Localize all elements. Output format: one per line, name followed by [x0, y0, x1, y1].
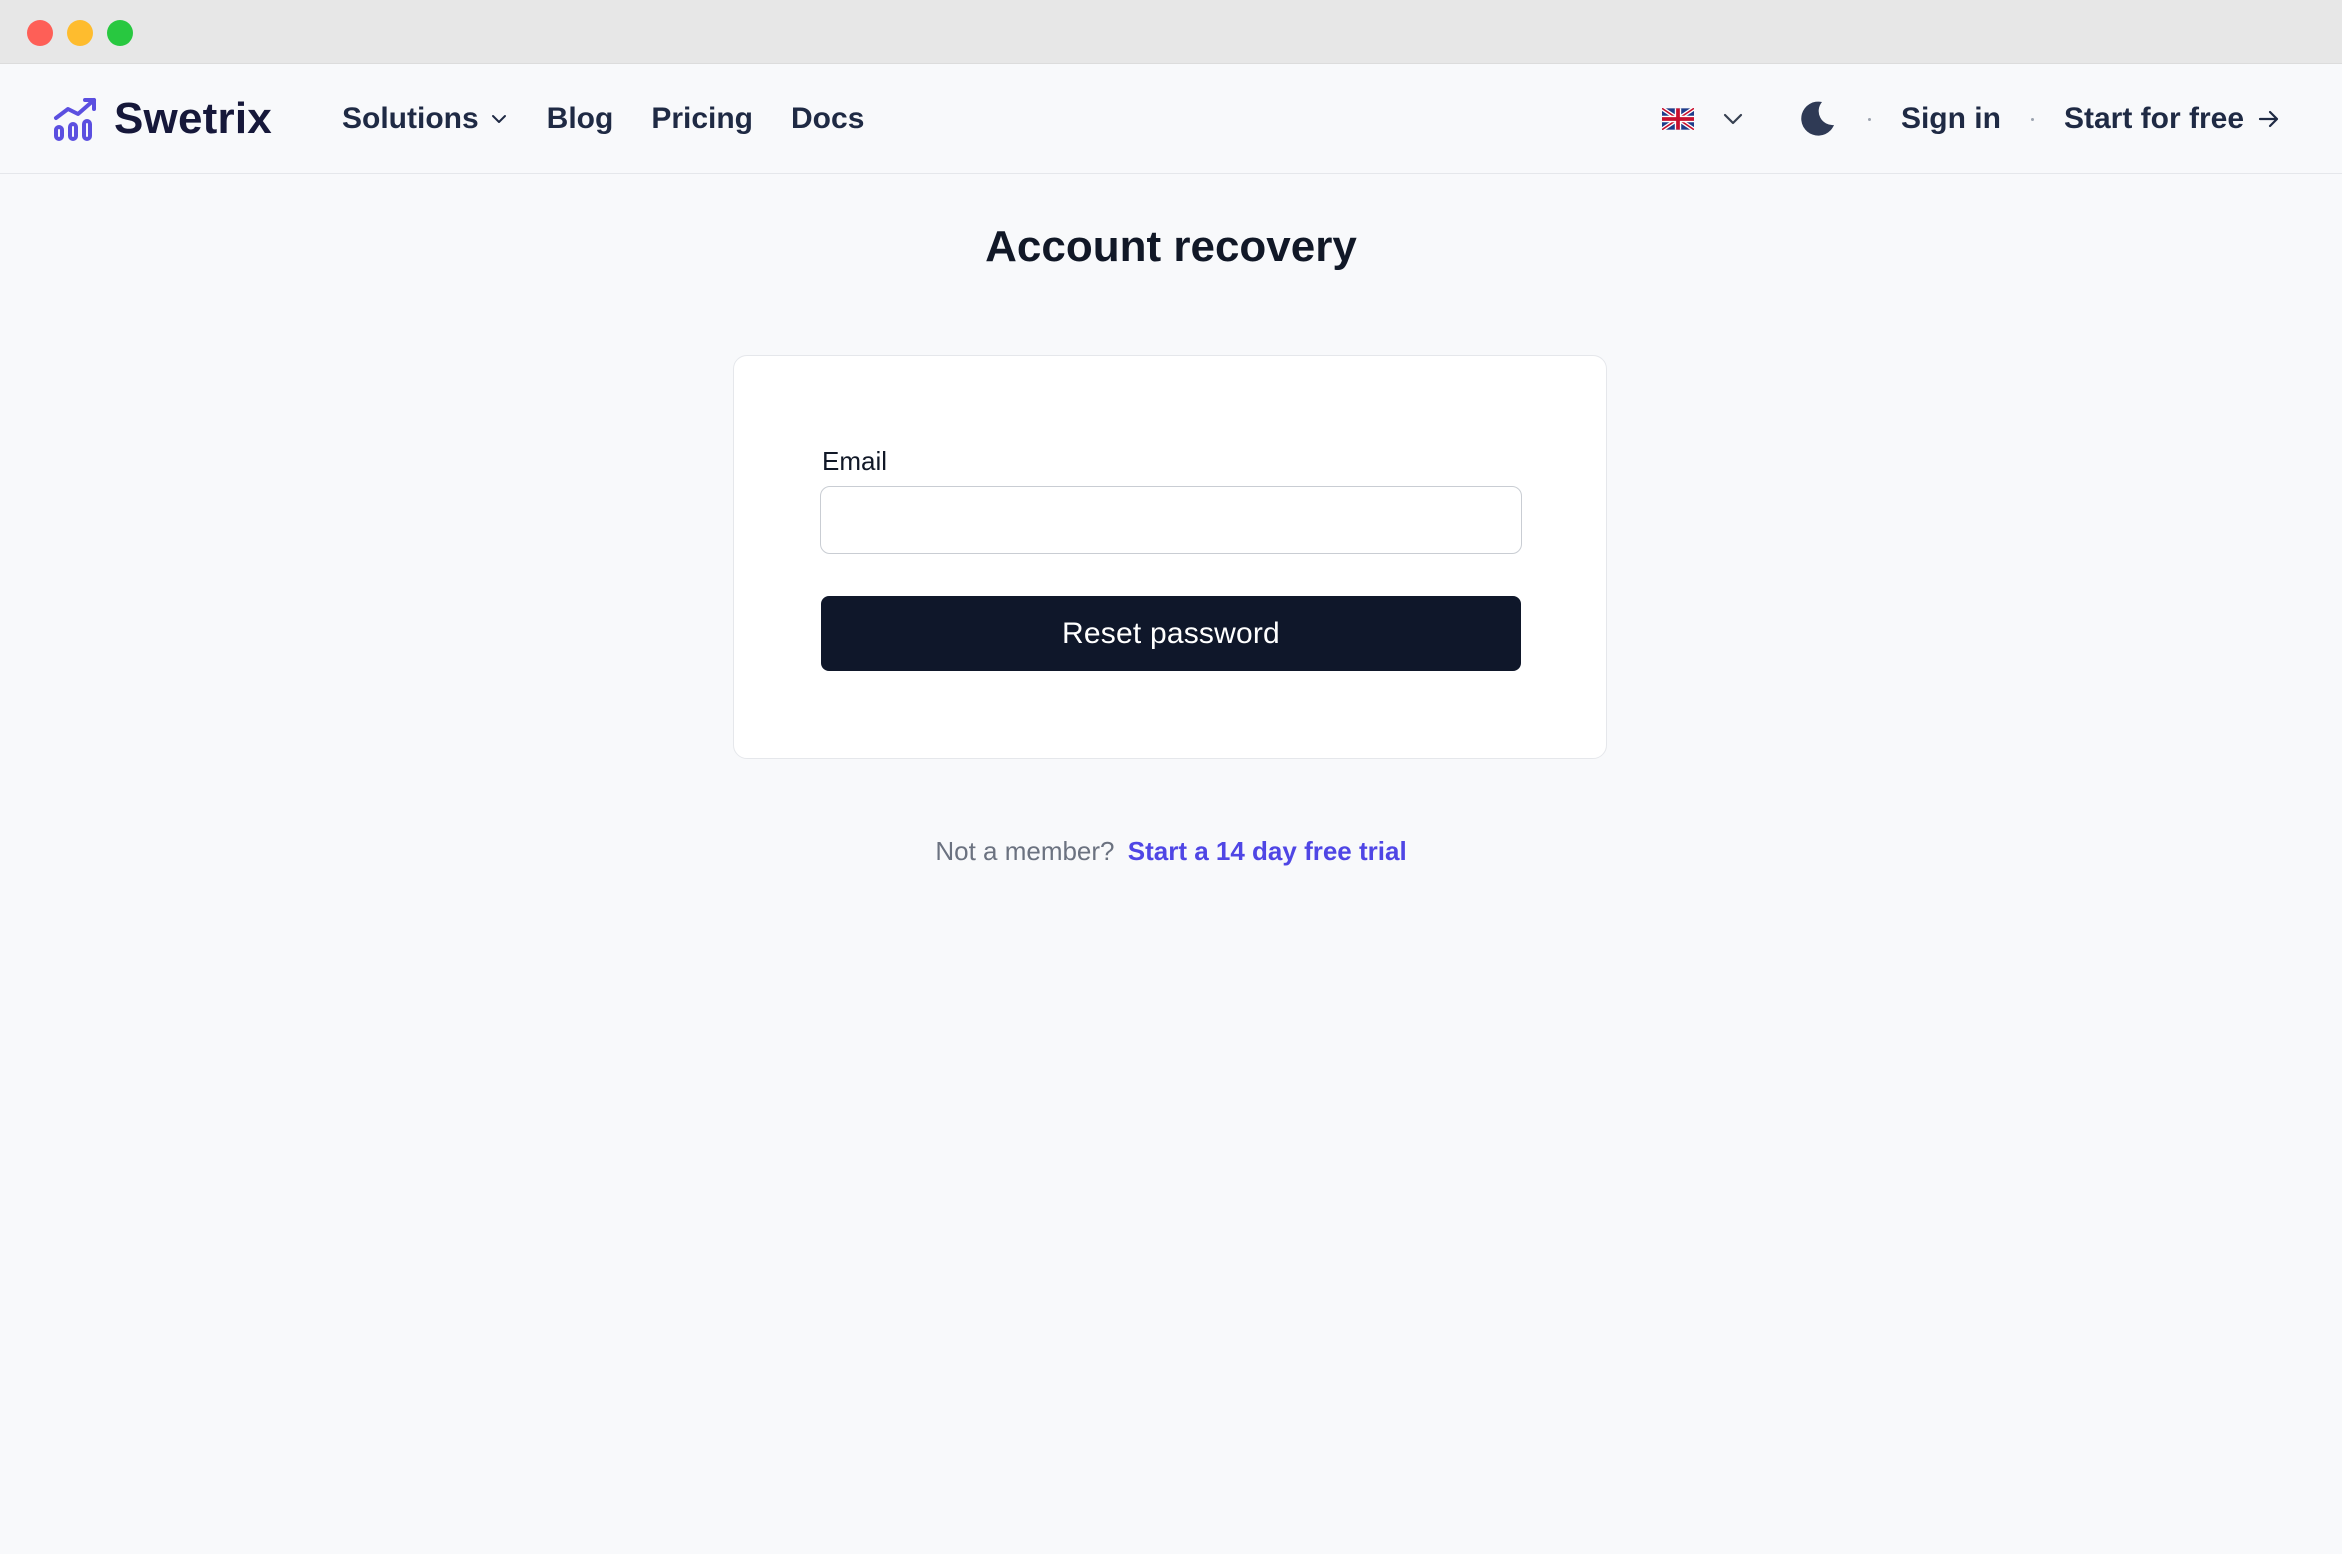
language-selector[interactable]	[1661, 106, 1746, 132]
nav-item-blog[interactable]: Blog	[547, 102, 614, 136]
maximize-window-button[interactable]	[107, 20, 133, 46]
brand-name: Swetrix	[114, 94, 272, 143]
nav-item-label: Blog	[546, 102, 614, 135]
sign-in-link[interactable]: Sign in	[1901, 102, 2001, 136]
nav-item-label: Docs	[791, 102, 865, 135]
nav-item-pricing[interactable]: Pricing	[651, 102, 753, 136]
arrow-right-icon	[2258, 110, 2279, 128]
top-navbar: Swetrix Solutions Blog Pricing Docs Sign…	[0, 64, 2342, 174]
separator-dot	[1867, 117, 1871, 121]
chevron-down-icon	[1723, 113, 1743, 125]
header-actions: Sign in Start for free	[1661, 64, 2282, 174]
free-trial-link[interactable]: Start a 14 day free trial	[1128, 836, 1407, 866]
brand-home-link[interactable]: Swetrix	[52, 86, 272, 152]
uk-flag-icon	[1661, 108, 1694, 130]
signup-prompt: Not a member? Start a 14 day free trial	[0, 836, 2342, 867]
separator-dot	[2030, 117, 2034, 121]
nav-item-docs[interactable]: Docs	[791, 102, 864, 136]
reset-password-button[interactable]: Reset password	[821, 596, 1521, 671]
nav-item-label: Solutions	[342, 102, 479, 135]
primary-nav: Solutions Blog Pricing Docs	[342, 64, 864, 174]
window-titlebar	[0, 0, 2342, 64]
start-for-free-label: Start for free	[2063, 102, 2244, 135]
minimize-window-button[interactable]	[67, 20, 93, 46]
page-title: Account recovery	[985, 222, 1357, 271]
recovery-form-card: Email Reset password	[733, 355, 1607, 759]
close-window-button[interactable]	[27, 20, 53, 46]
not-member-text: Not a member?	[935, 836, 1115, 866]
nav-item-solutions[interactable]: Solutions	[342, 102, 509, 136]
nav-item-label: Pricing	[651, 102, 754, 135]
moon-icon[interactable]	[1796, 98, 1838, 140]
chart-trend-icon	[54, 98, 96, 141]
email-label: Email	[822, 446, 888, 476]
email-input[interactable]	[820, 486, 1522, 554]
start-for-free-link[interactable]: Start for free	[2064, 102, 2282, 136]
chevron-down-icon	[491, 115, 506, 123]
